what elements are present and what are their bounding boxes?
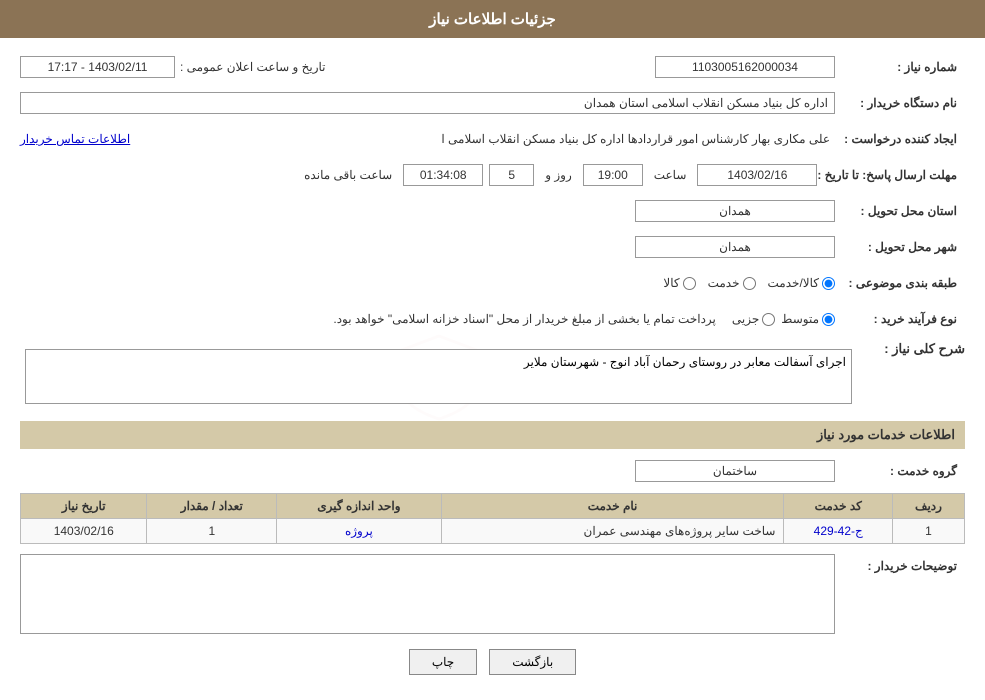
- narration-label: شرح کلی نیاز :: [865, 341, 965, 357]
- category-label: طبقه بندی موضوعی :: [835, 276, 965, 290]
- buyer-org-row: نام دستگاه خریدار :: [20, 89, 965, 117]
- category-khedmat[interactable]: خدمت: [708, 276, 756, 290]
- category-khedmat-label: خدمت: [708, 276, 740, 290]
- remain-label: ساعت باقی مانده: [304, 168, 392, 182]
- purchase-motavasset-label: متوسط: [781, 312, 819, 326]
- table-row: 1 ج-42-429 ساخت سایر پروژه‌های مهندسی عم…: [21, 519, 965, 544]
- purchase-jozi[interactable]: جزیی: [732, 312, 775, 326]
- service-group-row: گروه خدمت :: [20, 457, 965, 485]
- category-kala-khedmat[interactable]: کالا/خدمت: [768, 276, 835, 290]
- public-announce-label: تاریخ و ساعت اعلان عمومی :: [180, 60, 326, 74]
- col-row-num: ردیف: [892, 494, 964, 519]
- deadline-label: مهلت ارسال پاسخ: تا تاریخ :: [817, 168, 965, 182]
- need-number-input[interactable]: [655, 56, 835, 78]
- col-name: نام خدمت: [441, 494, 784, 519]
- cell-code: ج-42-429: [784, 519, 893, 544]
- cell-name: ساخت سایر پروژه‌های مهندسی عمران: [441, 519, 784, 544]
- city-row: شهر محل تحویل :: [20, 233, 965, 261]
- service-table-header-row: ردیف کد خدمت نام خدمت واحد اندازه گیری ت…: [21, 494, 965, 519]
- creator-value-cell: علی مکاری بهار کارشناس امور قراردادها اد…: [20, 132, 835, 146]
- category-kala-label: کالا: [663, 276, 679, 290]
- province-label: استان محل تحویل :: [835, 204, 965, 218]
- category-row: طبقه بندی موضوعی : کالا/خدمت خدمت کالا: [20, 269, 965, 297]
- deadline-time-input[interactable]: [583, 164, 643, 186]
- city-label: شهر محل تحویل :: [835, 240, 965, 254]
- col-date: تاریخ نیاز: [21, 494, 147, 519]
- cell-row-num: 1: [892, 519, 964, 544]
- services-section-label: اطلاعات خدمات مورد نیاز: [817, 427, 955, 442]
- service-table: ردیف کد خدمت نام خدمت واحد اندازه گیری ت…: [20, 493, 965, 544]
- buyer-desc-row: توضیحات خریدار :: [20, 554, 965, 634]
- unit-link[interactable]: پروژه: [345, 524, 373, 538]
- creator-text: علی مکاری بهار کارشناس امور قراردادها اد…: [130, 132, 835, 146]
- deadline-date-input[interactable]: [697, 164, 817, 186]
- province-row: استان محل تحویل :: [20, 197, 965, 225]
- service-table-head: ردیف کد خدمت نام خدمت واحد اندازه گیری ت…: [21, 494, 965, 519]
- deadline-remain-input[interactable]: [403, 164, 483, 186]
- cell-date: 1403/02/16: [21, 519, 147, 544]
- col-unit: واحد اندازه گیری: [277, 494, 441, 519]
- public-announce-input[interactable]: [20, 56, 175, 78]
- back-button[interactable]: بازگشت: [489, 649, 576, 675]
- category-khedmat-radio[interactable]: [743, 277, 756, 290]
- days-label: روز و: [545, 168, 572, 182]
- deadline-value-cell: ساعت روز و ساعت باقی مانده: [20, 164, 817, 186]
- deadline-days-input[interactable]: [489, 164, 534, 186]
- col-code: کد خدمت: [784, 494, 893, 519]
- buyer-org-label: نام دستگاه خریدار :: [835, 96, 965, 110]
- province-input[interactable]: [635, 200, 835, 222]
- services-section-header: اطلاعات خدمات مورد نیاز: [20, 421, 965, 449]
- button-bar: بازگشت چاپ: [20, 649, 965, 675]
- city-input[interactable]: [635, 236, 835, 258]
- purchase-type-label: نوع فرآیند خرید :: [835, 312, 965, 326]
- cell-qty: 1: [147, 519, 277, 544]
- purchase-type-note: پرداخت تمام یا بخشی از مبلغ خریدار از مح…: [333, 312, 716, 326]
- creator-label: ایجاد کننده درخواست :: [835, 132, 965, 146]
- deadline-row: مهلت ارسال پاسخ: تا تاریخ : ساعت روز و س…: [20, 161, 965, 189]
- page-header: جزئیات اطلاعات نیاز: [0, 0, 985, 38]
- purchase-jozi-radio[interactable]: [762, 313, 775, 326]
- city-value-cell: [20, 236, 835, 258]
- category-value-cell: کالا/خدمت خدمت کالا: [20, 276, 835, 290]
- need-number-label: شماره نیاز :: [835, 60, 965, 74]
- narration-value-cell: اجرای آسفالت معابر در روستای رحمان آباد …: [20, 341, 857, 411]
- creator-contact-link[interactable]: اطلاعات تماس خریدار: [20, 132, 130, 146]
- cell-unit: پروژه: [277, 519, 441, 544]
- category-kala-radio[interactable]: [683, 277, 696, 290]
- creator-row: ایجاد کننده درخواست : علی مکاری بهار کار…: [20, 125, 965, 153]
- col-qty: تعداد / مقدار: [147, 494, 277, 519]
- content-area: شماره نیاز : تاریخ و ساعت اعلان عمومی : …: [0, 38, 985, 700]
- purchase-type-value-cell: متوسط جزیی پرداخت تمام یا بخشی از مبلغ خ…: [20, 312, 835, 326]
- narration-watermark-area: اجرای آسفالت معابر در روستای رحمان آباد …: [20, 341, 857, 411]
- time-label: ساعت: [654, 168, 687, 182]
- category-kala-khedmat-label: کالا/خدمت: [768, 276, 819, 290]
- page-wrapper: جزئیات اطلاعات نیاز شماره نیاز : تاریخ و…: [0, 0, 985, 700]
- service-group-input[interactable]: [635, 460, 835, 482]
- purchase-type-row: نوع فرآیند خرید : متوسط جزیی پرداخت تمام…: [20, 305, 965, 333]
- need-number-value: تاریخ و ساعت اعلان عمومی :: [20, 56, 835, 78]
- buyer-org-value: [20, 92, 835, 114]
- print-button[interactable]: چاپ: [409, 649, 477, 675]
- category-kala-khedmat-radio[interactable]: [822, 277, 835, 290]
- page-title: جزئیات اطلاعات نیاز: [429, 11, 556, 28]
- purchase-jozi-label: جزیی: [732, 312, 759, 326]
- narration-row: شرح کلی نیاز : اجرای آسفالت معابر در روس…: [20, 341, 965, 411]
- buyer-org-input[interactable]: [20, 92, 835, 114]
- buyer-desc-label: توضیحات خریدار :: [835, 554, 965, 573]
- service-table-body: 1 ج-42-429 ساخت سایر پروژه‌های مهندسی عم…: [21, 519, 965, 544]
- purchase-motavasset-radio[interactable]: [822, 313, 835, 326]
- service-group-label: گروه خدمت :: [835, 464, 965, 478]
- category-kala[interactable]: کالا: [663, 276, 695, 290]
- service-group-value-cell: [20, 460, 835, 482]
- buyer-desc-value-cell: [20, 554, 835, 634]
- narration-label-text: شرح کلی نیاز :: [884, 341, 965, 356]
- narration-textarea[interactable]: اجرای آسفالت معابر در روستای رحمان آباد …: [25, 349, 852, 404]
- need-number-row: شماره نیاز : تاریخ و ساعت اعلان عمومی :: [20, 53, 965, 81]
- province-value-cell: [20, 200, 835, 222]
- purchase-motavasset[interactable]: متوسط: [781, 312, 835, 326]
- buyer-desc-textarea[interactable]: [20, 554, 835, 634]
